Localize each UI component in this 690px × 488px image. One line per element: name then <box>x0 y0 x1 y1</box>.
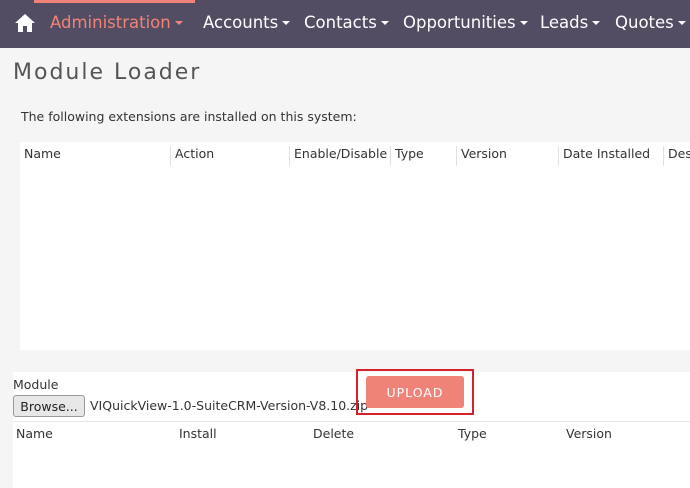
column-header-date-installed: Date Installed <box>558 146 650 166</box>
column-header-version: Version <box>456 146 507 166</box>
module-label: Module <box>13 377 59 392</box>
uploaded-column-header-type: Type <box>458 426 487 441</box>
nav-quotes-label: Quotes <box>615 13 674 32</box>
uploaded-column-header-delete: Delete <box>313 426 355 441</box>
nav-accounts[interactable]: Accounts <box>203 0 291 48</box>
installed-extensions-table: Name Action Enable/Disable Type Version … <box>20 142 690 350</box>
column-header-type: Type <box>390 146 424 166</box>
caret-down-icon <box>519 20 528 25</box>
column-header-name: Name <box>24 146 61 161</box>
caret-down-icon <box>677 20 686 25</box>
nav-quotes[interactable]: Quotes <box>615 0 686 48</box>
home-icon[interactable] <box>14 13 36 33</box>
caret-down-icon <box>282 20 291 25</box>
caret-down-icon <box>592 20 601 25</box>
uploaded-column-header-install: Install <box>179 426 217 441</box>
column-header-action: Action <box>170 146 214 166</box>
section-divider <box>13 421 690 422</box>
nav-accounts-label: Accounts <box>203 13 279 32</box>
caret-down-icon <box>174 20 183 25</box>
nav-leads-label: Leads <box>540 13 589 32</box>
column-header-description: Description <box>663 146 690 166</box>
nav-opportunities[interactable]: Opportunities <box>403 0 528 48</box>
page-title: Module Loader <box>13 60 202 85</box>
uploaded-column-header-name: Name <box>16 426 53 441</box>
top-navbar: Administration Accounts Contacts Opportu… <box>0 0 690 48</box>
nav-contacts-label: Contacts <box>304 13 377 32</box>
nav-administration[interactable]: Administration <box>50 0 183 48</box>
nav-opportunities-label: Opportunities <box>403 13 516 32</box>
caret-down-icon <box>380 20 389 25</box>
uploaded-column-header-version: Version <box>566 426 612 441</box>
nav-administration-label: Administration <box>50 13 171 32</box>
column-header-enable-disable: Enable/Disable <box>289 146 387 166</box>
selected-file-name: VIQuickView-1.0-SuiteCRM-Version-V8.10.z… <box>90 398 369 413</box>
upload-button[interactable]: UPLOAD <box>366 376 464 408</box>
nav-contacts[interactable]: Contacts <box>304 0 389 48</box>
nav-leads[interactable]: Leads <box>540 0 601 48</box>
browse-button[interactable]: Browse... <box>13 395 85 417</box>
installed-intro-text: The following extensions are installed o… <box>21 109 357 124</box>
